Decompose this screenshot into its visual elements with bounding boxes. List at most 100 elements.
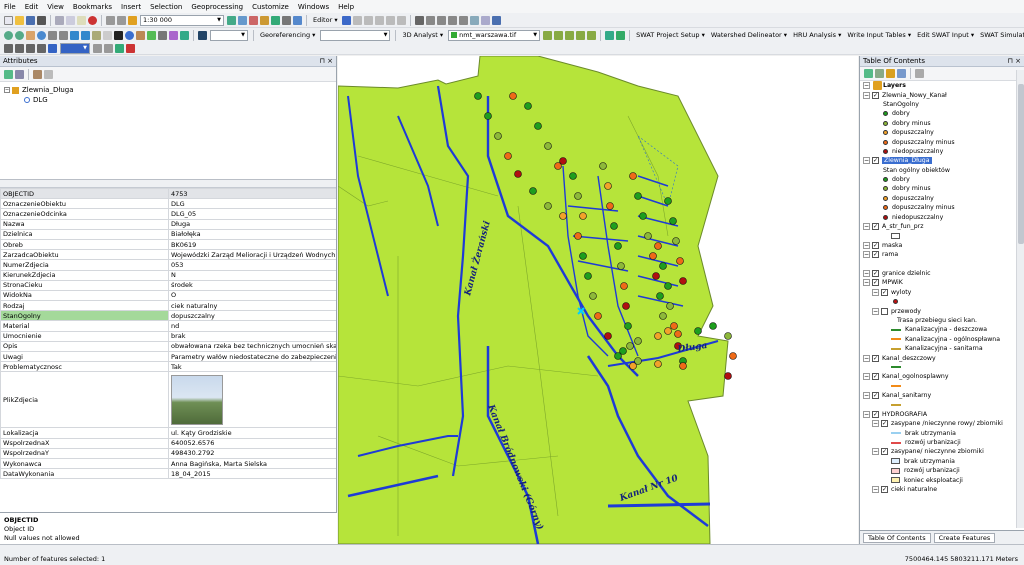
condition-point[interactable] (664, 197, 672, 205)
condition-point[interactable] (604, 332, 612, 340)
identify-icon[interactable] (125, 30, 134, 40)
condition-point[interactable] (654, 332, 662, 340)
layout-icon[interactable] (115, 43, 124, 53)
toc-item[interactable]: − ✓ cieki naturalne (863, 485, 1024, 494)
list-by-source-icon[interactable] (875, 69, 884, 78)
expand-icon[interactable]: − (863, 270, 870, 277)
condition-point[interactable] (574, 192, 582, 200)
condition-point[interactable] (679, 362, 687, 370)
condition-point[interactable] (474, 92, 482, 100)
attribute-row[interactable]: OBJECTID 4753 (0, 188, 336, 200)
menu-help[interactable]: Help (338, 3, 354, 11)
attribute-row[interactable]: Material nd (0, 320, 336, 332)
field-value[interactable]: DLG_05 (168, 208, 336, 220)
condition-point[interactable] (559, 212, 567, 220)
stop-icon[interactable] (126, 43, 135, 53)
attribute-row[interactable]: Problematycznosc Tak (0, 361, 336, 373)
visibility-checkbox[interactable]: ✓ (872, 392, 879, 400)
field-value[interactable]: BK0619 (168, 238, 336, 251)
find-icon[interactable] (158, 30, 167, 40)
condition-point[interactable] (620, 282, 628, 290)
edit-annotation-icon[interactable] (352, 15, 362, 25)
attribute-row[interactable]: Obreb BK0619 (0, 238, 336, 251)
visibility-checkbox[interactable]: ✓ (872, 270, 879, 277)
condition-point[interactable] (629, 172, 637, 180)
zoom-out-icon[interactable] (15, 30, 24, 40)
toc-item[interactable]: − ✓ rama (863, 250, 1024, 259)
font-size-combo[interactable]: ▼ (210, 29, 248, 41)
condition-point[interactable] (669, 217, 677, 225)
swat-menu-4[interactable]: Edit SWAT Input ▾ (917, 31, 974, 39)
swat-menu-0[interactable]: SWAT Project Setup ▾ (636, 31, 705, 39)
clear-selection-icon[interactable] (103, 30, 112, 40)
edit-tool-icon[interactable] (341, 15, 351, 25)
toc-item[interactable]: − ✓ HYDROGRAFIA (863, 410, 1024, 419)
toc-item[interactable]: niedopuszczalny (863, 147, 1024, 156)
menu-windows[interactable]: Windows (298, 3, 329, 11)
expand-icon[interactable]: − (863, 82, 870, 90)
visibility-checkbox[interactable]: ✓ (872, 223, 879, 231)
open-icon[interactable] (15, 15, 24, 25)
menu-view[interactable]: View (47, 3, 64, 11)
condition-point[interactable] (509, 92, 517, 100)
split-icon[interactable] (447, 15, 457, 25)
expand-icon[interactable]: − (872, 448, 879, 456)
color-combo[interactable]: ▼ (60, 42, 90, 54)
new-icon[interactable] (4, 15, 13, 25)
toc-item[interactable]: rozwój urbanizacji (863, 466, 1024, 475)
attribute-row[interactable]: Wykonawca Anna Bagińska, Marta Sielska (0, 457, 336, 470)
reshape-icon[interactable] (425, 15, 435, 25)
condition-point[interactable] (589, 292, 597, 300)
attribute-row[interactable]: ZarzadcaObiektu Wojewódzki Zarząd Meliora… (0, 249, 336, 261)
text-icon[interactable] (4, 43, 13, 53)
toc-item[interactable]: Trasa przebiegu sieci kan. (863, 316, 1024, 325)
toc-item[interactable]: Kanalizacyjna - deszczowa (863, 325, 1024, 334)
scale-combo[interactable]: 1:30 000 ▼ (140, 14, 224, 26)
condition-point[interactable] (674, 330, 682, 338)
attribute-row[interactable]: WidokNa O (0, 289, 336, 302)
condition-point[interactable] (610, 222, 618, 230)
condition-point[interactable] (652, 272, 660, 280)
steepest-path-icon[interactable] (565, 30, 575, 40)
georeferencing-menu[interactable]: Georeferencing ▾ (260, 31, 315, 39)
visibility-checkbox[interactable]: ✓ (872, 373, 879, 381)
scene-icon[interactable] (616, 30, 626, 40)
select-elements-icon[interactable] (114, 30, 123, 40)
field-value[interactable]: DLG (168, 198, 336, 210)
condition-point[interactable] (666, 302, 674, 310)
attribute-row[interactable]: Dzielnica Białołęka (0, 228, 336, 240)
sort-icon[interactable] (33, 69, 42, 79)
map-canvas[interactable]: Kanał Żerański Kanał Bródnowski (Górny) … (338, 56, 858, 544)
condition-point[interactable] (484, 112, 492, 120)
fixed-zoom-out-icon[interactable] (59, 30, 68, 40)
swat-menu-3[interactable]: Write Input Tables ▾ (847, 31, 911, 39)
list-by-drawing-icon[interactable] (864, 69, 873, 78)
condition-point[interactable] (709, 322, 717, 330)
toc-item[interactable]: − ✓ maska (863, 241, 1024, 250)
toc-item[interactable]: dobry minus (863, 184, 1024, 193)
condition-point[interactable] (656, 292, 664, 300)
full-extent-icon[interactable] (37, 30, 46, 40)
print-icon[interactable] (37, 15, 46, 25)
condition-point[interactable] (670, 322, 678, 330)
toc-scrollbar[interactable] (1016, 70, 1024, 528)
bold-icon[interactable] (15, 43, 24, 53)
toc-item[interactable]: − ✓ granice dzielnic (863, 269, 1024, 278)
field-value[interactable]: 4753 (168, 188, 336, 200)
field-value[interactable]: brak (168, 330, 336, 342)
toc-options-icon[interactable] (915, 69, 924, 78)
condition-point[interactable] (724, 332, 732, 340)
field-value[interactable]: Parametry wałów niedostateczne do zabezp… (168, 350, 336, 363)
condition-point[interactable] (524, 102, 532, 110)
attribute-row[interactable]: Uwagi Parametry wałów niedostateczne do z… (0, 350, 336, 363)
tree-feature-node[interactable]: DLG (4, 95, 332, 105)
rotate-icon[interactable] (458, 15, 468, 25)
condition-point[interactable] (559, 157, 567, 165)
condition-point[interactable] (494, 132, 502, 140)
condition-point[interactable] (676, 257, 684, 265)
catalog-icon[interactable] (249, 15, 258, 25)
toc-item[interactable]: − ✓ zasypane /nieczynne rowy/ zbiorniki (863, 419, 1024, 428)
condition-point[interactable] (634, 357, 642, 365)
condition-point[interactable] (569, 172, 577, 180)
field-value[interactable]: O (168, 289, 336, 302)
